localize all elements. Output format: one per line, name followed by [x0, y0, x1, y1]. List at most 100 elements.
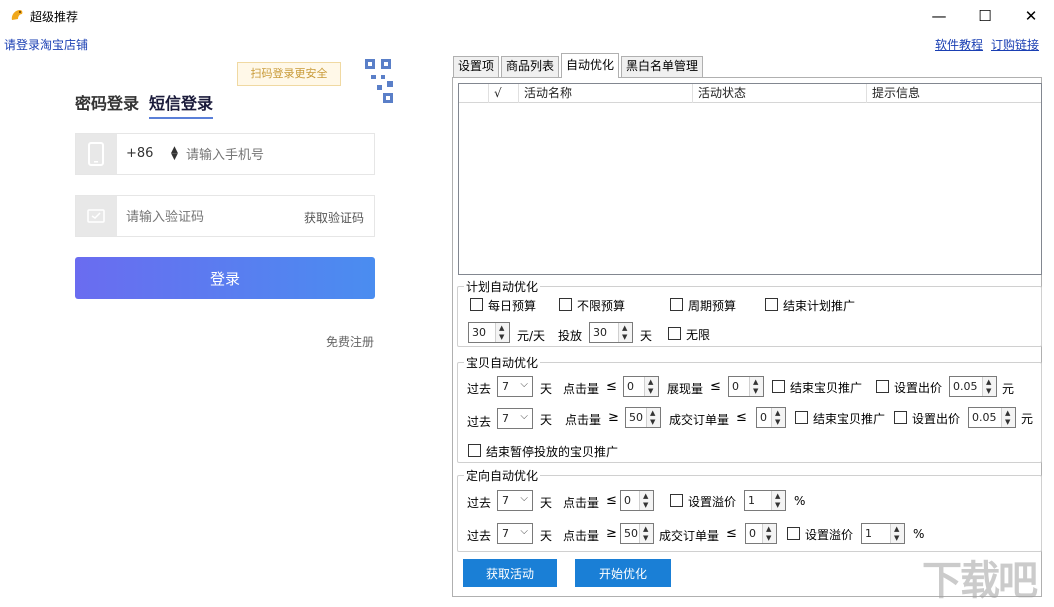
- target-row2-days-select[interactable]: 7 ⌵: [497, 523, 533, 544]
- stepper-arrows-icon[interactable]: ▲ ▼: [762, 524, 776, 543]
- stepper-arrows-icon[interactable]: ▲ ▼: [646, 408, 660, 427]
- column-header-name[interactable]: 活动名称: [519, 84, 693, 103]
- tutorial-link[interactable]: 软件教程: [935, 36, 983, 53]
- qr-code-icon[interactable]: [343, 57, 395, 109]
- column-header-blank: [459, 84, 489, 103]
- impressions-label: 展现量: [667, 382, 704, 396]
- clicks-label: 点击量: [565, 413, 602, 427]
- get-code-button[interactable]: 获取验证码: [304, 209, 364, 226]
- activity-table[interactable]: √ 活动名称 活动状态 提示信息: [458, 83, 1042, 275]
- budget-amount-stepper[interactable]: 30 ▲ ▼: [468, 322, 510, 343]
- stepper-arrows-icon[interactable]: ▲ ▼: [771, 491, 785, 510]
- set-bid-label: 设置出价: [894, 381, 943, 395]
- login-button[interactable]: 登录: [75, 257, 375, 299]
- item-row2-days-value: 7: [502, 412, 509, 425]
- column-header-hint[interactable]: 提示信息: [867, 84, 1041, 103]
- yuan-label: 元: [1021, 412, 1034, 426]
- close-button[interactable]: ✕: [1008, 0, 1054, 32]
- tab-password-login[interactable]: 密码登录: [75, 90, 139, 114]
- country-code-arrow-icon[interactable]: ▲ ▼: [171, 146, 178, 162]
- target-row2-orders-stepper[interactable]: 0 ▲ ▼: [745, 523, 777, 544]
- item-row1-bid-checkbox[interactable]: [876, 380, 889, 393]
- item-optimize-legend: 宝贝自动优化: [466, 356, 539, 370]
- plan-optimize-legend: 计划自动优化: [466, 280, 539, 294]
- item-row2-orders-stepper[interactable]: 0 ▲ ▼: [756, 407, 786, 428]
- item-row1-clicks-stepper[interactable]: 0 ▲ ▼: [623, 376, 659, 397]
- app-logo-icon: [11, 10, 23, 20]
- item-row2-clicks-value: 50: [629, 411, 643, 424]
- end-plan-checkbox[interactable]: [765, 298, 778, 311]
- target-row2-clicks-stepper[interactable]: 50 ▲ ▼: [620, 523, 654, 544]
- unlimited-days-label: 无限: [686, 328, 711, 342]
- maximize-button[interactable]: ☐: [962, 0, 1008, 32]
- buy-link[interactable]: 订购链接: [991, 36, 1039, 53]
- stepper-arrows-icon[interactable]: ▲ ▼: [982, 377, 996, 396]
- stepper-arrows-icon[interactable]: ▲ ▼: [1001, 408, 1015, 427]
- stepper-arrows-icon[interactable]: ▲ ▼: [639, 524, 653, 543]
- login-shop-link[interactable]: 请登录淘宝店铺: [4, 36, 88, 53]
- target-row2-premium-checkbox[interactable]: [787, 527, 800, 540]
- stepper-arrows-icon[interactable]: ▲ ▼: [749, 377, 763, 396]
- item-row1-days-select[interactable]: 7 ⌵: [497, 376, 533, 397]
- stepper-arrows-icon[interactable]: ▲ ▼: [890, 524, 904, 543]
- item-row1-bid-value: 0.05: [953, 380, 978, 393]
- day-label: 天: [540, 496, 553, 510]
- unlimited-budget-checkbox[interactable]: [559, 298, 572, 311]
- column-header-check[interactable]: √: [489, 84, 519, 103]
- end-paused-label: 结束暂停投放的宝贝推广: [486, 445, 619, 459]
- geq-symbol: ≥: [606, 526, 617, 541]
- unlimited-days-checkbox[interactable]: [668, 327, 681, 340]
- end-plan-label: 结束计划推广: [783, 299, 856, 313]
- fetch-activities-button[interactable]: 获取活动: [463, 559, 557, 587]
- item-row1-end-checkbox[interactable]: [772, 380, 785, 393]
- item-row1-bid-stepper[interactable]: 0.05 ▲ ▼: [949, 376, 997, 397]
- set-premium-label: 设置溢价: [688, 495, 737, 509]
- phone-icon: [88, 142, 104, 166]
- register-link[interactable]: 免费注册: [326, 333, 374, 350]
- leq-symbol: ≤: [606, 493, 617, 508]
- table-header: √ 活动名称 活动状态 提示信息: [459, 84, 1041, 103]
- tab-auto-optimize[interactable]: 自动优化: [561, 53, 620, 78]
- tab-blacklist[interactable]: 黑白名单管理: [621, 56, 704, 77]
- day-label: 天: [540, 382, 553, 396]
- target-row1-premium-checkbox[interactable]: [670, 494, 683, 507]
- stepper-arrows-icon[interactable]: ▲ ▼: [639, 491, 653, 510]
- item-row1-impressions-stepper[interactable]: 0 ▲ ▼: [728, 376, 764, 397]
- verification-code-input[interactable]: [126, 206, 296, 228]
- item-row2-clicks-stepper[interactable]: 50 ▲ ▼: [625, 407, 661, 428]
- chevron-down-icon: ⌵: [520, 379, 528, 390]
- stepper-arrows-icon[interactable]: ▲ ▼: [618, 323, 632, 342]
- target-row1-premium-stepper[interactable]: 1 ▲ ▼: [744, 490, 786, 511]
- target-row1-days-select[interactable]: 7 ⌵: [497, 490, 533, 511]
- target-row2-premium-stepper[interactable]: 1 ▲ ▼: [861, 523, 905, 544]
- tab-product-list[interactable]: 商品列表: [501, 56, 560, 77]
- yuan-label: 元: [1002, 382, 1015, 396]
- chevron-down-icon: ⌵: [520, 526, 528, 537]
- tab-settings[interactable]: 设置项: [453, 56, 500, 77]
- item-row2-days-select[interactable]: 7 ⌵: [497, 408, 533, 429]
- watermark-logo: 下载吧: [922, 558, 1038, 604]
- end-item-label: 结束宝贝推广: [790, 381, 863, 395]
- item-row2-bid-stepper[interactable]: 0.05 ▲ ▼: [968, 407, 1016, 428]
- leq-symbol: ≤: [710, 379, 721, 394]
- tab-sms-login[interactable]: 短信登录: [149, 90, 214, 119]
- stepper-arrows-icon[interactable]: ▲ ▼: [771, 408, 785, 427]
- phone-input[interactable]: [186, 144, 366, 166]
- deliver-days-stepper[interactable]: 30 ▲ ▼: [589, 322, 633, 343]
- period-budget-checkbox[interactable]: [670, 298, 683, 311]
- target-row1-clicks-stepper[interactable]: 0 ▲ ▼: [620, 490, 654, 511]
- phone-icon-box: [76, 134, 117, 174]
- country-code[interactable]: +86: [126, 146, 153, 161]
- daily-budget-checkbox[interactable]: [470, 298, 483, 311]
- item-row2-bid-checkbox[interactable]: [894, 411, 907, 424]
- start-optimize-button[interactable]: 开始优化: [575, 559, 671, 587]
- column-header-status[interactable]: 活动状态: [693, 84, 867, 103]
- item-row1-clicks-value: 0: [627, 380, 634, 393]
- stepper-arrows-icon[interactable]: ▲ ▼: [644, 377, 658, 396]
- stepper-arrows-icon[interactable]: ▲ ▼: [495, 323, 509, 342]
- minimize-button[interactable]: —: [916, 0, 962, 32]
- item-row2-end-checkbox[interactable]: [795, 411, 808, 424]
- end-paused-checkbox[interactable]: [468, 444, 481, 457]
- deliver-label: 投放: [558, 329, 583, 343]
- set-bid-label: 设置出价: [912, 412, 961, 426]
